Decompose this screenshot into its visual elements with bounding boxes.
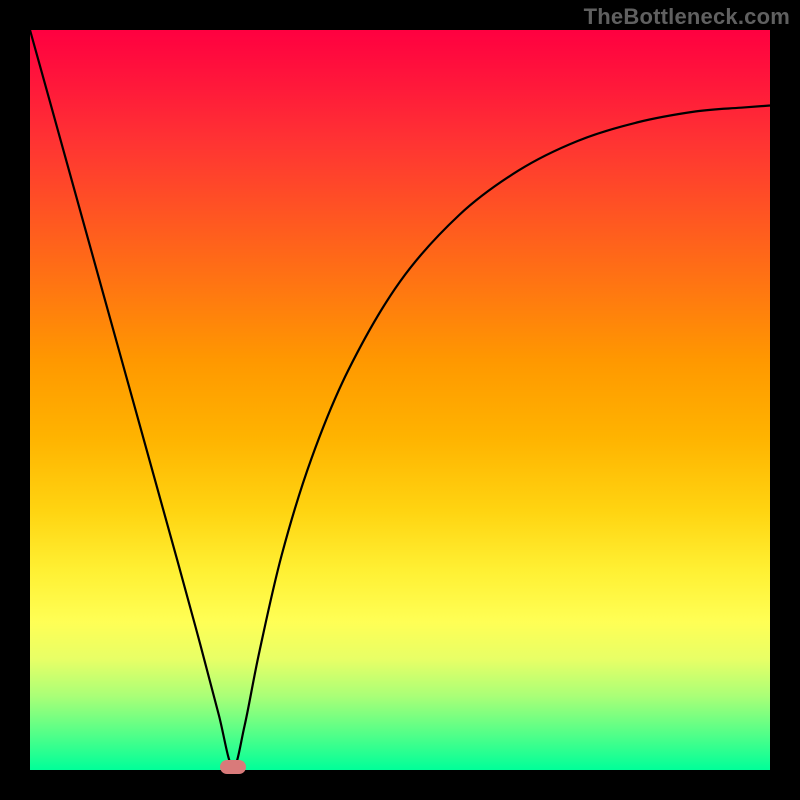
watermark-text: TheBottleneck.com <box>584 4 790 30</box>
chart-container: TheBottleneck.com <box>0 0 800 800</box>
optimal-point-marker <box>220 760 246 774</box>
plot-gradient-area <box>30 30 770 770</box>
